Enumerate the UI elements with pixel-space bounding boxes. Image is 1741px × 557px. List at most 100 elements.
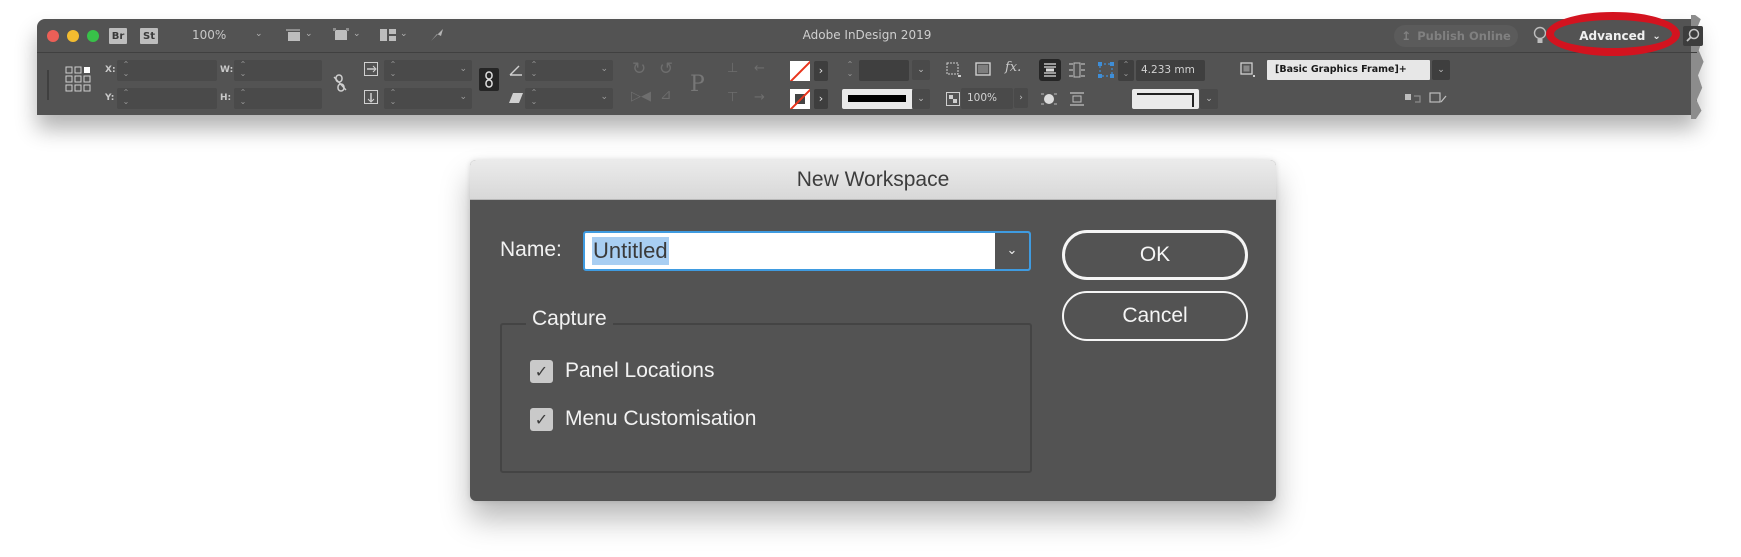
scale-y-field[interactable]: ⌃ ⌄ ⌄ <box>384 88 472 109</box>
object-style-icon <box>1240 62 1255 77</box>
scale-y-stepper[interactable]: ⌃ ⌄ <box>388 88 398 109</box>
rotation-stepper[interactable]: ⌃ ⌄ <box>529 60 539 81</box>
shear-angle-field[interactable]: ⌃ ⌄ ⌄ <box>525 88 613 109</box>
publish-online-button[interactable]: ↥ Publish Online <box>1394 25 1518 47</box>
stroke-swatch[interactable] <box>790 89 810 109</box>
lightbulb-icon[interactable] <box>1533 26 1547 46</box>
stroke-weight-dropdown[interactable]: ⌄ <box>912 60 930 80</box>
corner-size-stepper-arrows[interactable]: ⌃ ⌄ <box>1121 60 1131 81</box>
menu-customisation-checkbox[interactable]: ✓ <box>530 407 553 431</box>
stroke-weight-stepper[interactable]: ⌃ ⌄ <box>845 60 855 81</box>
x-field[interactable]: ⌃ ⌄ <box>117 60 217 81</box>
object-style-dropdown[interactable]: ⌄ <box>1432 60 1450 80</box>
width-field[interactable]: ⌃ ⌄ <box>234 60 322 81</box>
x-stepper[interactable]: ⌃ ⌄ <box>121 60 131 81</box>
scale-y-icon <box>364 90 378 104</box>
window-controls <box>47 29 99 42</box>
cancel-button[interactable]: Cancel <box>1062 291 1248 341</box>
effects-fx-icon[interactable]: fx. <box>1005 60 1021 75</box>
rotate-counterclockwise-icon[interactable]: ↺ <box>659 59 673 79</box>
close-window-button[interactable] <box>47 29 59 42</box>
select-container-icon[interactable]: ⊥ <box>727 61 738 76</box>
scale-x-field[interactable]: ⌃ ⌄ ⌄ <box>384 60 472 81</box>
scale-y-dropdown-icon[interactable]: ⌄ <box>459 92 467 102</box>
stroke-weight-field[interactable] <box>859 60 909 81</box>
panel-locations-checkbox[interactable]: ✓ <box>530 359 553 383</box>
opacity-icon <box>946 92 960 106</box>
shear-stepper[interactable]: ⌃ ⌄ <box>529 88 539 109</box>
bridge-button[interactable]: Br <box>109 28 127 44</box>
stock-button[interactable]: St <box>140 28 158 44</box>
jump-object-icon[interactable] <box>1068 90 1086 108</box>
fill-swatch[interactable] <box>790 61 810 81</box>
menu-customisation-option[interactable]: ✓ Menu Customisation <box>530 407 756 431</box>
zoom-window-button[interactable] <box>87 29 99 42</box>
panel-grip[interactable] <box>47 70 49 100</box>
panel-locations-option[interactable]: ✓ Panel Locations <box>530 359 714 383</box>
view-options-icon[interactable] <box>285 28 301 42</box>
y-field[interactable]: ⌃ ⌄ <box>117 88 217 109</box>
corner-shape-field[interactable] <box>1132 89 1199 109</box>
wrap-around-object-shape-icon[interactable] <box>1040 90 1058 108</box>
scale-x-stepper[interactable]: ⌃ ⌄ <box>388 60 398 81</box>
stroke-type-field[interactable] <box>842 89 913 109</box>
search-button[interactable] <box>1683 26 1703 46</box>
scale-x-dropdown-icon[interactable]: ⌄ <box>459 64 467 74</box>
arrange-documents-chevron-icon[interactable]: ⌄ <box>400 29 408 39</box>
y-stepper[interactable]: ⌃ ⌄ <box>121 88 131 109</box>
stroke-type-dropdown[interactable]: ⌄ <box>912 89 930 109</box>
corner-options-icon[interactable] <box>1097 61 1115 79</box>
upload-icon: ↥ <box>1401 29 1412 43</box>
name-combobox[interactable]: Untitled ⌄ <box>583 231 1031 271</box>
constrain-scale-button[interactable] <box>479 68 499 91</box>
publish-online-label: Publish Online <box>1417 29 1511 43</box>
wrap-around-bounding-box-icon[interactable] <box>1068 61 1086 79</box>
rotate-clockwise-icon[interactable]: ↻ <box>632 59 646 79</box>
fill-swatch-menu-button[interactable]: › <box>814 61 828 81</box>
drop-shadow-icon[interactable] <box>946 62 962 78</box>
select-content-icon[interactable]: ⊤ <box>727 90 738 105</box>
screen-mode-icon[interactable] <box>333 28 349 42</box>
rotation-angle-field[interactable]: ⌃ ⌄ ⌄ <box>525 60 613 81</box>
rotation-dropdown-icon[interactable]: ⌄ <box>600 64 608 74</box>
capture-legend: Capture <box>526 307 613 331</box>
frame-fitting-icon[interactable] <box>975 62 991 78</box>
checkmark-icon: ✓ <box>534 409 549 429</box>
arrange-documents-icon[interactable] <box>380 28 396 42</box>
menu-customisation-label: Menu Customisation <box>565 407 757 430</box>
corner-shape-dropdown[interactable]: ⌄ <box>1200 89 1218 109</box>
opacity-menu-button[interactable]: › <box>1014 88 1028 108</box>
width-stepper[interactable]: ⌃ ⌄ <box>238 60 248 81</box>
opacity-field[interactable]: 100% <box>961 88 1013 109</box>
screen-mode-chevron-icon[interactable]: ⌄ <box>353 29 361 39</box>
view-options-chevron-icon[interactable]: ⌄ <box>305 29 313 39</box>
ok-button[interactable]: OK <box>1062 230 1248 280</box>
reference-point-icon[interactable] <box>65 65 91 93</box>
stroke-swatch-menu-button[interactable]: › <box>814 89 828 109</box>
corner-size-stepper[interactable]: ⌃ ⌄ <box>1118 60 1134 81</box>
chevron-down-icon: ⌄ <box>1006 243 1018 258</box>
flip-horizontal-icon[interactable]: ▷◀ <box>631 89 651 104</box>
zoom-level[interactable]: 100% <box>192 28 226 42</box>
clear-non-defined-attributes-icon[interactable] <box>1429 92 1447 104</box>
stroke-swatch-inner <box>795 94 805 104</box>
select-next-object-icon[interactable]: → <box>754 90 765 105</box>
publish-rocket-icon[interactable] <box>429 28 445 42</box>
height-stepper[interactable]: ⌃ ⌄ <box>238 88 248 109</box>
name-dropdown-button[interactable]: ⌄ <box>995 233 1029 269</box>
zoom-dropdown-chevron-icon[interactable]: ⌄ <box>255 29 263 39</box>
no-text-wrap-button[interactable] <box>1039 59 1061 81</box>
object-style-field[interactable]: [Basic Graphics Frame]+ <box>1267 60 1430 80</box>
corner-size-field[interactable]: 4.233 mm <box>1136 60 1205 81</box>
minimize-window-button[interactable] <box>67 29 79 42</box>
workspace-switcher[interactable]: Advanced ⌄ <box>1568 26 1672 46</box>
constrain-proportions-broken-link-icon[interactable] <box>333 74 347 92</box>
application-bar: Br St 100% ⌄ ⌄ ⌄ ⌄ Adobe InDesign 2019 ↥… <box>37 12 1703 56</box>
shear-dropdown-icon[interactable]: ⌄ <box>600 92 608 102</box>
no-text-wrap-icon <box>1044 63 1056 77</box>
clear-overrides-icon[interactable] <box>1404 92 1422 104</box>
height-field[interactable]: ⌃ ⌄ <box>234 88 322 109</box>
select-previous-object-icon[interactable]: ← <box>754 61 765 76</box>
flip-vertical-icon[interactable]: ⊿ <box>660 87 672 103</box>
new-workspace-dialog: New Workspace Name: Untitled ⌄ Capture ✓… <box>470 160 1276 501</box>
